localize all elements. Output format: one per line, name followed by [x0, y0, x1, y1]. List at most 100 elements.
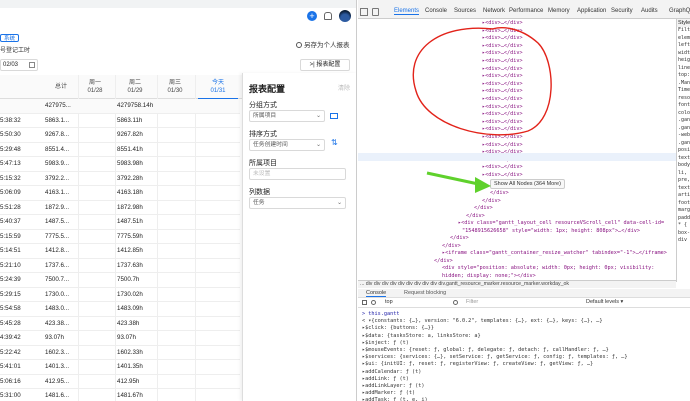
console-output-line[interactable]: ▸addLinkLayer: ƒ (t) — [362, 383, 424, 390]
tab-elements[interactable]: Elements — [394, 8, 420, 15]
table-row[interactable]: 5:45:28 423.38... 423.38h — [0, 317, 240, 331]
save-as-report-button[interactable]: 另存为个人报表 — [296, 39, 350, 49]
dom-node-line[interactable]: </div> — [434, 258, 453, 266]
table-row[interactable]: 5:22:42 1602.3... 1602.33h — [0, 346, 240, 360]
dom-node-line[interactable]: hidden; display: none;"></div> — [442, 273, 536, 281]
cell-total: 4163.1... — [45, 189, 70, 196]
report-config-button[interactable]: >| 报表配置 — [300, 59, 350, 71]
tab-styles[interactable]: Styles — [677, 19, 690, 27]
tab-performance[interactable]: Performance — [509, 8, 543, 14]
table-row[interactable]: 5:29:48 8551.4... 8551.41h — [0, 143, 240, 157]
dom-node-line[interactable]: "1548915626658" style="width: 1px; heigh… — [462, 228, 640, 236]
tab-console[interactable]: Console — [366, 290, 387, 297]
tab-console[interactable]: Console — [425, 8, 447, 14]
group-select[interactable]: 所属项目 ⌄ — [249, 110, 325, 122]
cell-time: 5:29:15 — [0, 290, 21, 298]
table-row[interactable]: 5:40:37 1487.5... 1487.51h — [0, 215, 240, 230]
table-row[interactable]: 5:38:32 5863.1... 5863.11h — [0, 114, 240, 128]
table-row[interactable]: 5:15:32 3792.2... 3792.28h — [0, 172, 240, 186]
table-row[interactable]: 5:31:00 1481.6... 1481.67h — [0, 389, 240, 401]
notification-icon[interactable] — [324, 12, 332, 20]
console-output-line[interactable]: ▸$mouseEvents: {reset: ƒ, global: ƒ, del… — [362, 347, 609, 354]
table-row[interactable]: 5:21:10 1737.6... 1737.63h — [0, 259, 240, 273]
default-levels-select[interactable]: Default levels ▾ — [586, 299, 623, 305]
table-row[interactable]: 5:24:39 7500.7... 7500.7h — [0, 273, 240, 288]
add-icon[interactable]: + — [307, 11, 317, 21]
console-output-line[interactable]: ▸addCalendar: ƒ (t) — [362, 369, 421, 376]
dom-node-line[interactable]: ▸<iframe class="gantt_container_resize_w… — [442, 250, 667, 258]
table-row[interactable]: 5:06:09 4163.1... 4163.18h — [0, 186, 240, 201]
cell-total: 427975... — [45, 102, 71, 109]
cell-day2: 1481.67h — [117, 392, 143, 399]
style-rule-line: li, h1, h2, — [678, 169, 690, 176]
dom-node-line[interactable]: ▸<div class="gantt_layout_cell resourceV… — [458, 220, 664, 228]
table-row[interactable]: 5:06:16 412.95... 412.95h — [0, 375, 240, 389]
console-output-line[interactable]: ▸addTask: ƒ (t, e, i) — [362, 397, 428, 401]
context-select[interactable]: top — [385, 299, 393, 305]
style-rule-line: top: 0px — [678, 72, 690, 78]
table-row[interactable]: 5:29:15 1730.0... 1730.02h — [0, 288, 240, 302]
table-row[interactable]: 5:47:13 5983.9... 5983.98h — [0, 157, 240, 172]
table-row[interactable]: 5:51:28 1872.9... 1872.98h — [0, 201, 240, 215]
dom-node-line[interactable]: </div> — [466, 213, 485, 221]
devtools: Elements Console Sources Network Performance… — [358, 0, 690, 401]
dom-node-line[interactable]: </div> — [450, 235, 469, 243]
cell-day2: 4163.18h — [117, 189, 143, 196]
dom-node-line[interactable]: </div> — [442, 243, 461, 251]
dom-node-line[interactable]: </div> — [474, 205, 493, 213]
console-filter-input[interactable]: Filter — [466, 299, 576, 305]
clear-console-icon[interactable] — [371, 300, 376, 305]
cell-time: 5:40:37 — [0, 218, 21, 225]
browser-url-bar[interactable] — [0, 0, 356, 8]
table-row[interactable]: 5:15:59 7775.5... 7775.59h — [0, 230, 240, 244]
data-columns-select[interactable]: 任务 ⌄ — [249, 197, 346, 209]
sidebar-toggle-icon[interactable] — [362, 300, 367, 305]
system-tag[interactable]: 系统 — [0, 34, 20, 42]
cell-day2: 1487.51h — [117, 218, 143, 225]
eye-icon[interactable] — [453, 300, 458, 305]
group-setting-icon[interactable] — [329, 111, 339, 121]
inspect-icon[interactable] — [360, 8, 368, 16]
cell-day2: 1730.02h — [117, 290, 143, 298]
console-output-line[interactable]: ▸$click: {buttons: {…}} — [362, 325, 434, 332]
table-row[interactable]: 4:39:42 93.07h 93.07h — [0, 331, 240, 346]
table-row[interactable]: 5:54:58 1483.0... 1483.09h — [0, 302, 240, 317]
console-output-line[interactable]: ▸$services: {services: {…}, setService: … — [362, 354, 627, 361]
cell-day2: 1602.33h — [117, 348, 143, 356]
console-output-line[interactable]: > this.gantt — [362, 311, 399, 318]
dom-breadcrumb[interactable]: ... div div div div div div div div div … — [358, 280, 676, 288]
tab-security[interactable]: Security — [611, 8, 633, 14]
data-columns-label: 列数据 — [249, 189, 270, 196]
user-add-icon — [296, 42, 302, 49]
date-picker-input[interactable]: 02/03 — [0, 59, 38, 71]
console-output-line[interactable]: ▸$ui: {initUI: ƒ, reset: ƒ, registerView… — [362, 361, 593, 368]
table-row[interactable]: 5:41:01 1401.3... 1401.35h — [0, 360, 240, 375]
tab-memory[interactable]: Memory — [548, 8, 570, 14]
tab-sources[interactable]: Sources — [454, 8, 476, 14]
table-row[interactable]: 5:50:30 9267.8... 9267.82h — [0, 128, 240, 143]
style-rule-line: footer, hea — [678, 199, 690, 206]
sort-order-icon[interactable]: ⇅ — [331, 138, 338, 147]
avatar[interactable] — [339, 10, 351, 22]
cell-time: 5:14:51 — [0, 247, 21, 254]
sort-select[interactable]: 任务创建时间 ⌄ — [249, 139, 325, 151]
clear-button[interactable]: 清除 — [338, 83, 350, 92]
console-output-line[interactable]: ▸addMarker: ƒ (t) — [362, 390, 415, 397]
cell-day2: 5983.98h — [117, 160, 143, 167]
console-output-line[interactable]: ▸$data: {tasksStore: a, linksStore: a} — [362, 333, 481, 340]
tab-application[interactable]: Application — [577, 8, 606, 14]
tab-audits[interactable]: Audits — [641, 8, 658, 14]
dom-node-line[interactable]: </div> — [482, 198, 501, 206]
dom-node-line[interactable]: <div style="position: absolute; width: 0… — [442, 265, 654, 273]
cell-total: 1481.6... — [45, 392, 70, 399]
console-output-line[interactable]: < ▾{constants: {…}, version: "6.0.2", te… — [362, 318, 602, 325]
tab-request-blocking[interactable]: Request blocking — [404, 290, 446, 296]
show-all-nodes-button[interactable]: Show All Nodes (364 More) — [490, 179, 565, 189]
table-row[interactable]: 5:14:51 1412.8... 1412.85h — [0, 244, 240, 259]
device-toggle-icon[interactable] — [372, 8, 379, 16]
project-input[interactable]: 未设置 — [249, 168, 346, 180]
console-output-line[interactable]: ▸$inject: ƒ (t) — [362, 340, 409, 347]
tab-network[interactable]: Network — [483, 8, 505, 14]
tab-graphql[interactable]: GraphQL — [669, 8, 690, 14]
console-output-line[interactable]: ▸addLink: ƒ (t) — [362, 376, 409, 383]
